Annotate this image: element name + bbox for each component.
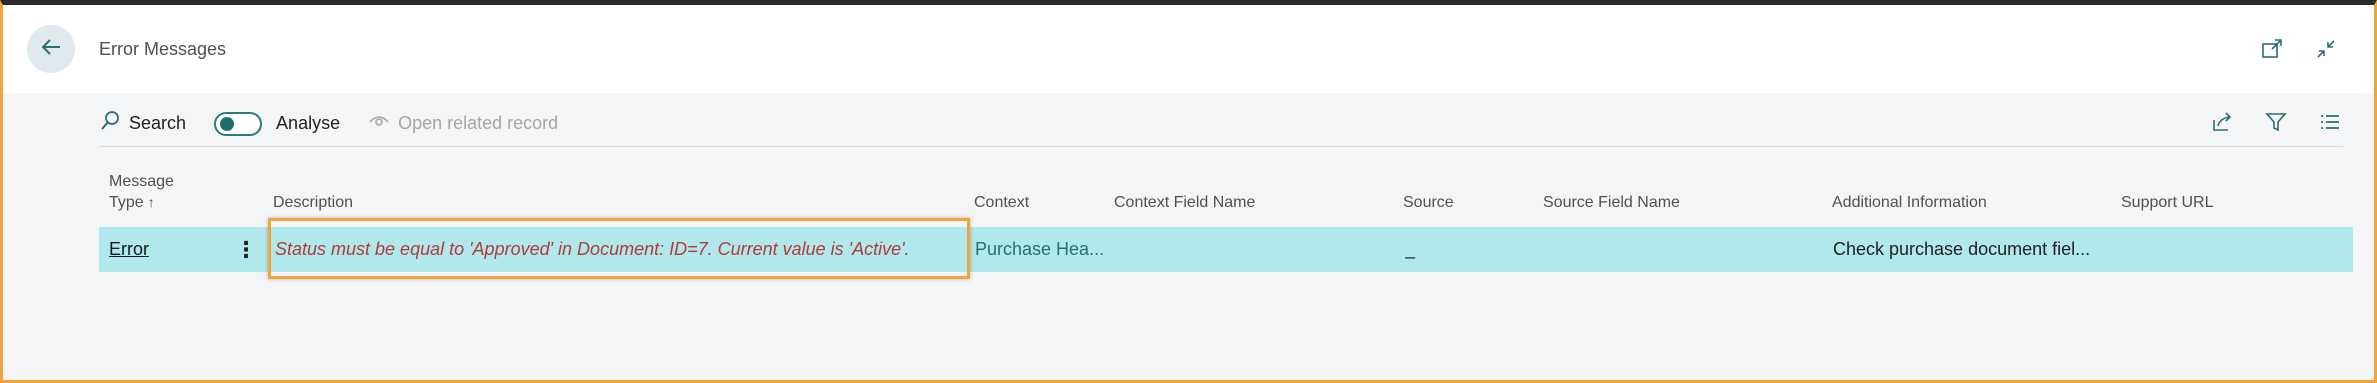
analyse-switch[interactable] (214, 111, 263, 136)
filter-icon[interactable] (2263, 109, 2289, 135)
open-new-window-icon[interactable] (2260, 37, 2284, 61)
analyse-toggle[interactable]: Analyse (214, 111, 341, 136)
cell-description[interactable]: Status must be equal to 'Approved' in Do… (275, 227, 965, 272)
back-button[interactable] (27, 25, 75, 73)
search-label: Search (129, 113, 187, 133)
header-description[interactable]: Description (273, 193, 353, 213)
title-bar: Error Messages (3, 5, 2374, 93)
page-title: Error Messages (99, 39, 227, 59)
header-context[interactable]: Context (974, 193, 1029, 213)
window-frame: Error Messages Search Analyse Open relat… (0, 0, 2377, 383)
list-options-icon[interactable] (2317, 109, 2343, 135)
sort-ascending-icon: ↑ (147, 194, 155, 210)
open-related-record-label: Open related record (398, 113, 559, 133)
search-button[interactable]: Search (99, 110, 186, 137)
back-arrow-icon (40, 36, 62, 63)
eye-icon (368, 110, 390, 137)
cell-source-field-name[interactable] (1543, 227, 1823, 272)
header-additional-information[interactable]: Additional Information (1832, 193, 1987, 213)
table-row[interactable]: Error ⋮ Status must be equal to 'Approve… (99, 227, 2353, 272)
header-context-field-name[interactable]: Context Field Name (1114, 193, 1255, 213)
cell-context[interactable]: Purchase Hea... (975, 227, 1105, 272)
grid-header: Message Type ↑ Description Context Contex… (99, 169, 2349, 219)
more-vertical-icon: ⋮ (235, 237, 255, 262)
header-source-field-name[interactable]: Source Field Name (1543, 193, 1680, 213)
header-support-url[interactable]: Support URL (2121, 193, 2214, 213)
row-menu-button[interactable]: ⋮ (235, 227, 255, 272)
cell-message-type[interactable]: Error (109, 227, 229, 272)
collapse-icon[interactable] (2314, 37, 2338, 61)
header-message-type[interactable]: Message Type ↑ (109, 172, 174, 213)
action-bar: Search Analyse Open related record (99, 101, 2343, 147)
analyse-label: Analyse (276, 113, 341, 133)
message-type-link[interactable]: Error (109, 239, 149, 259)
cell-additional-information[interactable]: Check purchase document fiel... (1833, 227, 2113, 272)
cell-context-field-name[interactable] (1114, 227, 1394, 272)
cell-source[interactable]: _ (1405, 227, 1535, 272)
open-related-record-button[interactable]: Open related record (368, 110, 558, 137)
search-icon (99, 110, 121, 137)
share-icon[interactable] (2209, 109, 2235, 135)
header-source[interactable]: Source (1403, 193, 1454, 213)
cell-support-url[interactable] (2121, 227, 2341, 272)
